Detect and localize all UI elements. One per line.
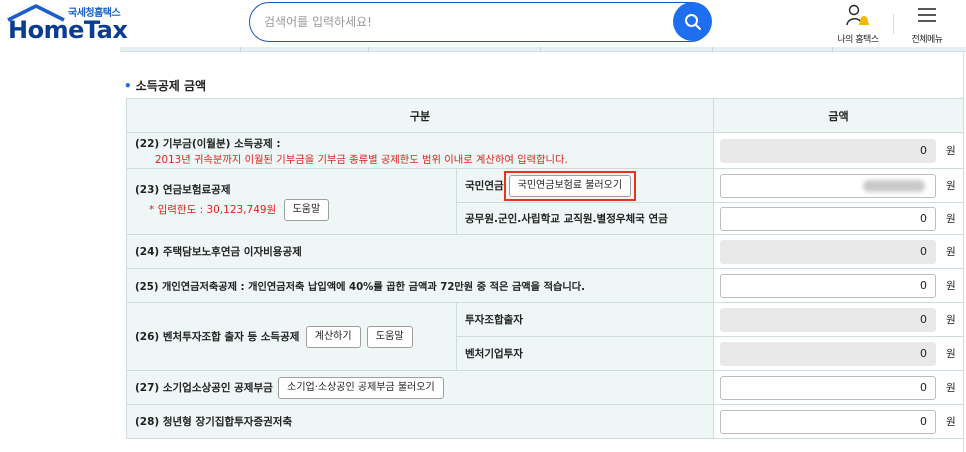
currency-unit: 원 (946, 382, 956, 394)
row-25-label: (25) 개인연금저축공제 : 개인연금저축 납입액에 40%를 곱한 금액과 … (135, 282, 585, 293)
row-27-amount-field[interactable]: 0 (720, 375, 936, 400)
row-22-amount-cell: 0 원 (713, 132, 964, 169)
row-22-note: 2013년 귀속분까지 이월된 기부금을 기부금 종류별 공제한도 범위 이내로… (155, 153, 568, 166)
currency-unit: 원 (946, 314, 956, 326)
public-pension-label: 공무원.군인.사립학교 교직원.별정우체국 연금 (465, 213, 668, 225)
row-28-label: (28) 청년형 장기집합투자증권저축 (135, 416, 293, 428)
all-menu-label: 전체메뉴 (911, 35, 943, 45)
load-national-pension-button[interactable]: 국민연금보험료 불러오기 (508, 174, 632, 197)
row-26-sub1-amount-cell: 0 원 (713, 302, 964, 337)
table-row: (25) 개인연금저축공제 : 개인연금저축 납입액에 40%를 곱한 금액과 … (126, 268, 964, 303)
search-input[interactable] (264, 13, 664, 31)
currency-unit: 원 (946, 213, 956, 225)
row-23-help-button[interactable]: 도움말 (283, 199, 330, 221)
search-button[interactable] (673, 2, 712, 41)
my-hometax-button[interactable]: 나의 홈택스 (828, 2, 888, 46)
table-row: (28) 청년형 장기집합투자증권저축 0 원 (126, 404, 964, 439)
row-26-calculate-button[interactable]: 계산하기 (305, 325, 361, 348)
highlight-box: 국민연금보험료 불러오기 (503, 170, 637, 201)
row-24-label: (24) 주택담보노후연금 이자비용공제 (135, 246, 302, 258)
row-23-sub2-amount-cell: 0 원 (713, 202, 964, 235)
header-divider (893, 14, 894, 34)
investment-union-amount-field: 0 (720, 307, 936, 332)
row-28-amount-cell: 0 원 (713, 404, 964, 439)
table-header-row: 구분 금액 (126, 98, 964, 133)
section-title-text: 소득공제 금액 (135, 79, 207, 93)
currency-unit: 원 (946, 280, 956, 292)
row-26-sub2-cell: 벤처기업투자 (456, 336, 714, 371)
currency-unit: 원 (946, 416, 956, 428)
row-26-help-button[interactable]: 도움말 (366, 325, 413, 348)
row-26-label-cell: (26) 벤처투자조합 출자 등 소득공제 계산하기 도움말 (126, 302, 457, 371)
national-pension-amount-field[interactable] (720, 173, 936, 198)
row-28-label-cell: (28) 청년형 장기집합투자증권저축 (126, 404, 714, 439)
row-26-label: (26) 벤처투자조합 출자 등 소득공제 (135, 330, 300, 343)
row-22-label-cell: (22) 기부금(이월분) 소득공제 : 2013년 귀속분까지 이월된 기부금… (126, 132, 714, 169)
public-pension-amount-field[interactable]: 0 (720, 206, 936, 231)
row-24-amount-cell: 0 원 (713, 234, 964, 269)
currency-unit: 원 (946, 145, 956, 157)
blurred-amount (863, 179, 925, 192)
row-22-amount-field: 0 (720, 138, 936, 163)
table-row: (24) 주택담보노후연금 이자비용공제 0 원 (126, 234, 964, 269)
section-title: • 소득공제 금액 (124, 77, 206, 94)
row-25-amount-cell: 0 원 (713, 268, 964, 303)
hometax-logo[interactable]: 국세청홈택스 HomeTax (6, 4, 136, 48)
row-25-label-cell: (25) 개인연금저축공제 : 개인연금저축 납입액에 40%를 곱한 금액과 … (126, 268, 714, 303)
row-23-limit: * 입력한도 : 30,123,749원 (149, 204, 277, 216)
currency-unit: 원 (946, 180, 956, 192)
row-24-label-cell: (24) 주택담보노후연금 이자비용공제 (126, 234, 714, 269)
national-pension-label: 국민연금 (465, 179, 504, 192)
logo-wordmark: HomeTax (8, 16, 128, 44)
income-deduction-table: 구분 금액 (22) 기부금(이월분) 소득공제 : 2013년 귀속분까지 이… (126, 98, 964, 439)
user-bell-icon (846, 4, 869, 26)
table-row: (23) 연금보험료공제 * 입력한도 : 30,123,749원 도움말 국민… (126, 168, 964, 235)
bullet-icon: • (124, 79, 132, 93)
row-27-label: (27) 소기업소상공인 공제부금 (135, 381, 273, 394)
row-23-label: (23) 연금보험료공제 (135, 184, 231, 196)
col-header-amount: 금액 (713, 98, 964, 133)
col-header-category: 구분 (126, 98, 714, 133)
row-26-sub1-cell: 투자조합출자 (456, 302, 714, 337)
load-small-business-deduction-button[interactable]: 소기업·소상공인 공제부금 불러오기 (278, 376, 444, 399)
row-23-sub1-cell: 국민연금 국민연금보험료 불러오기 (456, 168, 714, 203)
row-23-label-cell: (23) 연금보험료공제 * 입력한도 : 30,123,749원 도움말 (126, 168, 457, 235)
row-23-sub2-cell: 공무원.군인.사립학교 교직원.별정우체국 연금 (456, 202, 714, 235)
row-24-amount-field: 0 (720, 239, 936, 264)
investment-union-label: 투자조합출자 (465, 314, 523, 326)
row-23-sub1-amount-cell: 원 (713, 168, 964, 203)
row-28-amount-field[interactable]: 0 (720, 409, 936, 434)
table-row: (27) 소기업소상공인 공제부금 소기업·소상공인 공제부금 불러오기 0 원 (126, 370, 964, 405)
venture-investment-amount-field: 0 (720, 341, 936, 366)
row-25-amount-field[interactable]: 0 (720, 273, 936, 298)
table-row: (26) 벤처투자조합 출자 등 소득공제 계산하기 도움말 투자조합출자 0 … (126, 302, 964, 371)
row-22-label: (22) 기부금(이월분) 소득공제 : (135, 137, 281, 150)
top-header: 국세청홈택스 HomeTax 나의 홈택스 전체메뉴 (0, 0, 966, 52)
venture-investment-label: 벤처기업투자 (465, 348, 523, 360)
all-menu-button[interactable]: 전체메뉴 (896, 2, 958, 46)
currency-unit: 원 (946, 246, 956, 258)
hamburger-menu-icon (918, 8, 936, 22)
search-icon (684, 13, 701, 30)
row-27-label-cell: (27) 소기업소상공인 공제부금 소기업·소상공인 공제부금 불러오기 (126, 370, 714, 405)
currency-unit: 원 (946, 348, 956, 360)
row-27-amount-cell: 0 원 (713, 370, 964, 405)
row-26-sub2-amount-cell: 0 원 (713, 336, 964, 371)
search-bar (249, 2, 712, 42)
my-hometax-label: 나의 홈택스 (837, 35, 879, 45)
previous-table-bottom-edge (120, 47, 966, 52)
table-row: (22) 기부금(이월분) 소득공제 : 2013년 귀속분까지 이월된 기부금… (126, 132, 964, 169)
